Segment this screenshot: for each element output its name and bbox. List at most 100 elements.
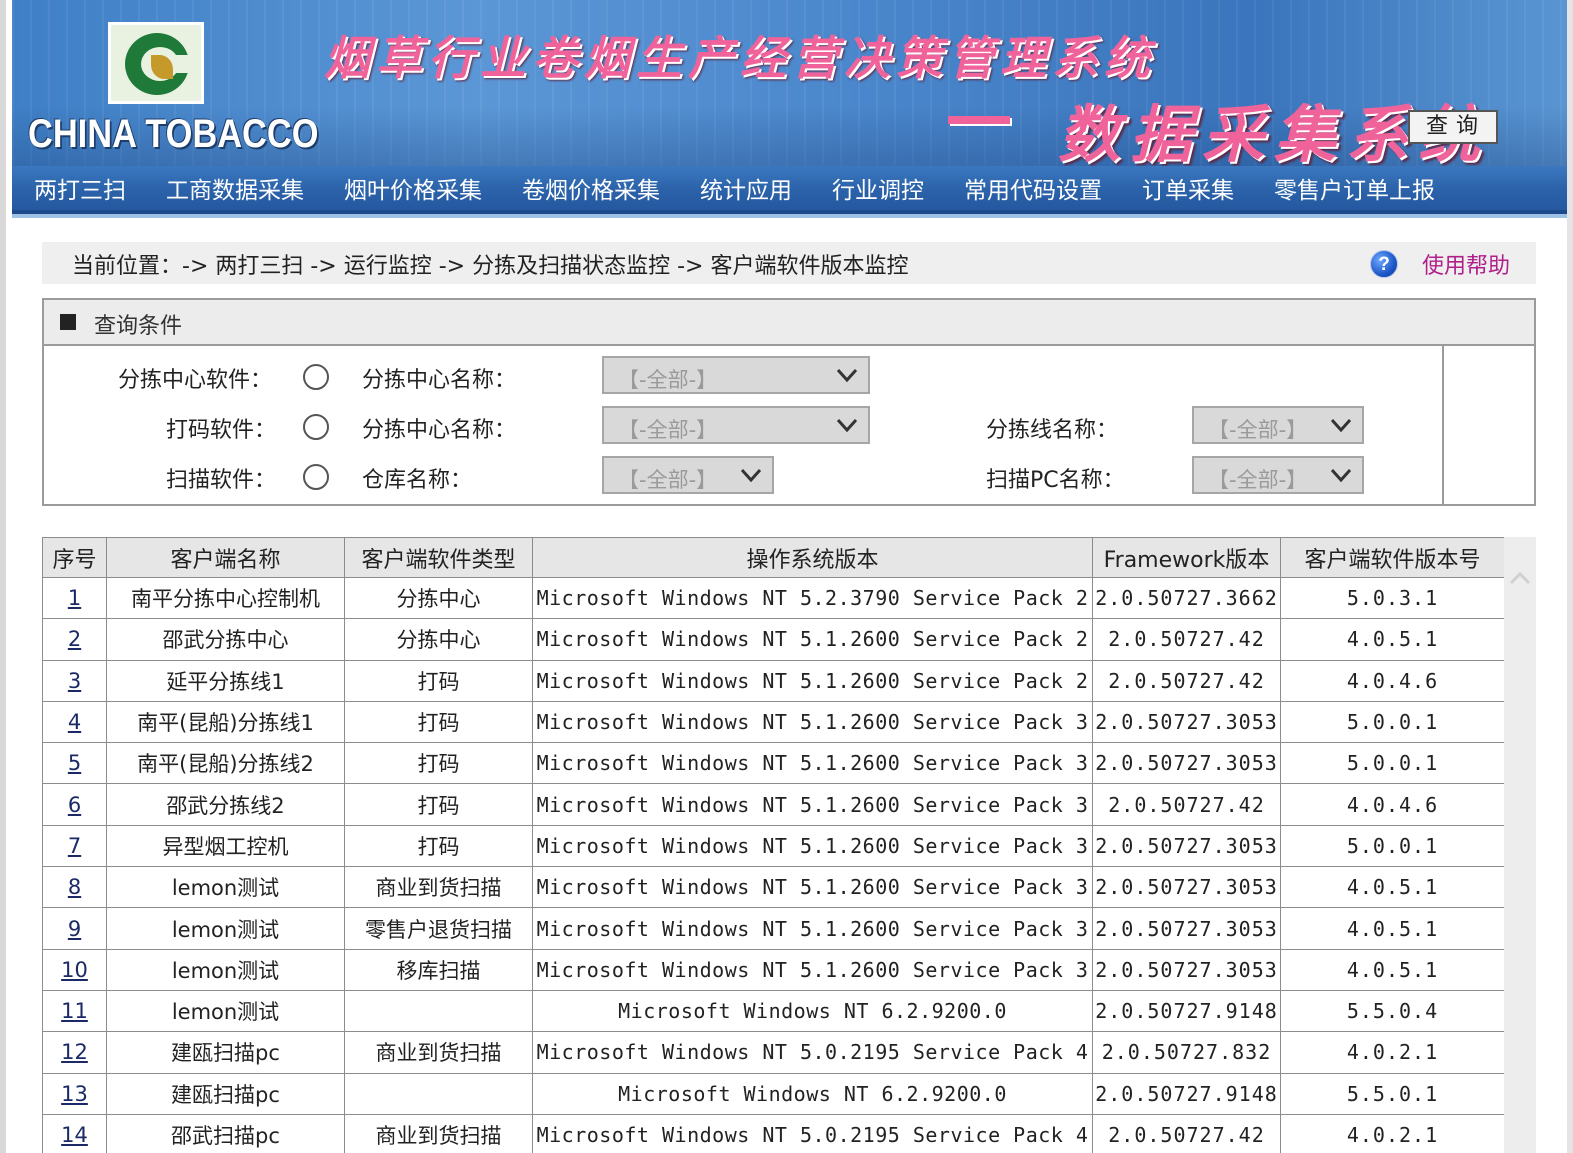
cell-framework-version: 2.0.50727.42 xyxy=(1092,659,1281,702)
cell-framework-version: 2.0.50727.832 xyxy=(1092,1031,1281,1074)
row-link[interactable]: 8 xyxy=(68,875,81,899)
row-link[interactable]: 7 xyxy=(68,834,81,858)
cell-software-type: 打码 xyxy=(344,659,533,702)
column-header-software-version[interactable]: 客户端软件版本号 xyxy=(1280,537,1504,578)
cell-client-name: 异型烟工控机 xyxy=(106,824,345,868)
cell-client-name: 建瓯扫描pc xyxy=(106,1072,345,1115)
cell-index: 5 xyxy=(42,742,107,785)
row-link[interactable]: 13 xyxy=(61,1082,88,1106)
nav-item-code-settings[interactable]: 常用代码设置 xyxy=(964,171,1102,205)
table-row: 5 南平(昆船)分拣线2 打码 Microsoft Windows NT 5.1.26… xyxy=(42,742,1504,785)
query-button[interactable]: 查询 xyxy=(1408,110,1498,144)
table-row: 1 南平分拣中心控制机 分拣中心 Microsoft Windows NT 5.2.3… xyxy=(42,576,1504,620)
table-header-row: 序号 客户端名称 客户端软件类型 操作系统版本 Framework版本 客户端软… xyxy=(42,537,1504,578)
chevron-down-icon xyxy=(740,468,762,483)
cell-index: 4 xyxy=(42,700,107,744)
cell-framework-version: 2.0.50727.3053 xyxy=(1092,948,1281,991)
cell-software-type: 分拣中心 xyxy=(344,576,533,620)
chevron-down-icon xyxy=(1330,418,1352,433)
table-row: 12 建瓯扫描pc 商业到货扫描 Microsoft Windows NT 5.0.2… xyxy=(42,1031,1504,1074)
cell-client-name: lemon测试 xyxy=(106,989,345,1033)
cell-index: 10 xyxy=(42,948,107,991)
chevron-down-icon xyxy=(836,418,858,433)
table-row: 7 异型烟工控机 打码 Microsoft Windows NT 5.1.2600 S… xyxy=(42,824,1504,868)
column-header-framework-version[interactable]: Framework版本 xyxy=(1092,537,1281,578)
radio-label-sorting-center: 分拣中心软件： xyxy=(118,368,273,393)
nav-item-gongshang-data[interactable]: 工商数据采集 xyxy=(166,171,304,205)
label-sorting-line-name: 分拣线名称： xyxy=(986,418,1119,443)
cell-software-type xyxy=(344,1072,533,1115)
column-header-os-version[interactable]: 操作系统版本 xyxy=(532,537,1093,578)
cell-framework-version: 2.0.50727.3053 xyxy=(1092,824,1281,868)
row-link[interactable]: 9 xyxy=(68,917,81,941)
row-link[interactable]: 12 xyxy=(61,1040,88,1064)
table-row: 4 南平(昆船)分拣线1 打码 Microsoft Windows NT 5.1.26… xyxy=(42,700,1504,744)
cell-os-version: Microsoft Windows NT 5.1.2600 Service Pa… xyxy=(532,700,1093,744)
column-header-software-type[interactable]: 客户端软件类型 xyxy=(344,537,533,578)
row-link[interactable]: 5 xyxy=(68,751,81,775)
cell-os-version: Microsoft Windows NT 5.1.2600 Service Pa… xyxy=(532,783,1093,826)
table-row: 8 lemon测试 商业到货扫描 Microsoft Windows NT 5.1.2… xyxy=(42,866,1504,909)
square-bullet-icon xyxy=(60,314,76,330)
client-version-table: 序号 客户端名称 客户端软件类型 操作系统版本 Framework版本 客户端软… xyxy=(42,537,1504,1153)
radio-scanning-software[interactable] xyxy=(303,464,329,490)
row-link[interactable]: 10 xyxy=(61,958,88,982)
nav-item-statistics[interactable]: 统计应用 xyxy=(700,171,792,205)
column-header-client-name[interactable]: 客户端名称 xyxy=(106,537,345,578)
cell-os-version: Microsoft Windows NT 6.2.9200.0 xyxy=(532,1072,1093,1115)
label-warehouse-name: 仓库名称： xyxy=(362,468,473,493)
table-scrollbar[interactable] xyxy=(1504,537,1536,1153)
table-row: 13 建瓯扫描pc Microsoft Windows NT 6.2.9200.0 2… xyxy=(42,1072,1504,1115)
row-link[interactable]: 1 xyxy=(68,586,81,610)
select-warehouse-name[interactable]: 【-全部-】 xyxy=(602,456,774,494)
chevron-up-icon[interactable] xyxy=(1508,566,1532,590)
cell-software-type: 移库扫描 xyxy=(344,948,533,991)
cell-os-version: Microsoft Windows NT 5.1.2600 Service Pa… xyxy=(532,618,1093,661)
cell-index: 13 xyxy=(42,1072,107,1115)
cell-framework-version: 2.0.50727.3053 xyxy=(1092,700,1281,744)
cell-index: 8 xyxy=(42,866,107,909)
cell-software-version: 4.0.5.1 xyxy=(1280,907,1504,950)
cell-client-name: 邵武分拣线2 xyxy=(106,783,345,826)
select-sorting-center-name[interactable]: 【-全部-】 xyxy=(602,356,870,394)
nav-item-liangdasansao[interactable]: 两打三扫 xyxy=(34,171,126,205)
column-header-index[interactable]: 序号 xyxy=(42,537,107,578)
cell-software-version: 4.0.2.1 xyxy=(1280,1113,1504,1153)
cell-software-version: 4.0.5.1 xyxy=(1280,948,1504,991)
select-sorting-center-name-2[interactable]: 【-全部-】 xyxy=(602,406,870,444)
main-nav: 两打三扫 工商数据采集 烟叶价格采集 卷烟价格采集 统计应用 行业调控 常用代码… xyxy=(12,166,1567,218)
cell-os-version: Microsoft Windows NT 5.2.3790 Service Pa… xyxy=(532,576,1093,620)
system-title: 烟草行业卷烟生产经营决策管理系统 xyxy=(324,31,1156,85)
nav-item-cigarette-price[interactable]: 卷烟价格采集 xyxy=(522,171,660,205)
header-banner: CHINA TOBACCO 烟草行业卷烟生产经营决策管理系统 数据采集系统 xyxy=(12,0,1567,166)
help-icon[interactable]: ? xyxy=(1370,250,1398,278)
row-link[interactable]: 3 xyxy=(68,669,81,693)
table-body: 1 南平分拣中心控制机 分拣中心 Microsoft Windows NT 5.2.3… xyxy=(42,576,1504,1153)
nav-item-regulation[interactable]: 行业调控 xyxy=(832,171,924,205)
cell-software-type: 商业到货扫描 xyxy=(344,866,533,909)
select-scan-pc-name[interactable]: 【-全部-】 xyxy=(1192,456,1364,494)
nav-item-order-collection[interactable]: 订单采集 xyxy=(1142,171,1234,205)
radio-coding-software[interactable] xyxy=(303,414,329,440)
help-link[interactable]: 使用帮助 xyxy=(1422,248,1510,280)
brand-name: CHINA TOBACCO xyxy=(28,112,319,156)
nav-item-leaf-price[interactable]: 烟叶价格采集 xyxy=(344,171,482,205)
label-sorting-center-name: 分拣中心名称： xyxy=(362,368,517,393)
cell-os-version: Microsoft Windows NT 5.1.2600 Service Pa… xyxy=(532,907,1093,950)
nav-item-retail-order[interactable]: 零售户订单上报 xyxy=(1274,171,1435,205)
cell-index: 12 xyxy=(42,1031,107,1074)
radio-label-scanning: 扫描软件： xyxy=(166,468,277,493)
cell-index: 1 xyxy=(42,576,107,620)
row-link[interactable]: 6 xyxy=(68,793,81,817)
cell-software-version: 5.5.0.1 xyxy=(1280,1072,1504,1115)
row-link[interactable]: 2 xyxy=(68,627,81,651)
radio-sorting-center-software[interactable] xyxy=(303,364,329,390)
select-sorting-line-name[interactable]: 【-全部-】 xyxy=(1192,406,1364,444)
row-link[interactable]: 4 xyxy=(68,710,81,734)
cell-framework-version: 2.0.50727.42 xyxy=(1092,1113,1281,1153)
row-link[interactable]: 14 xyxy=(61,1123,88,1147)
row-link[interactable]: 11 xyxy=(61,999,88,1023)
cell-software-type: 打码 xyxy=(344,783,533,826)
cell-software-version: 5.0.0.1 xyxy=(1280,824,1504,868)
table-row: 3 延平分拣线1 打码 Microsoft Windows NT 5.1.2600 S… xyxy=(42,659,1504,702)
